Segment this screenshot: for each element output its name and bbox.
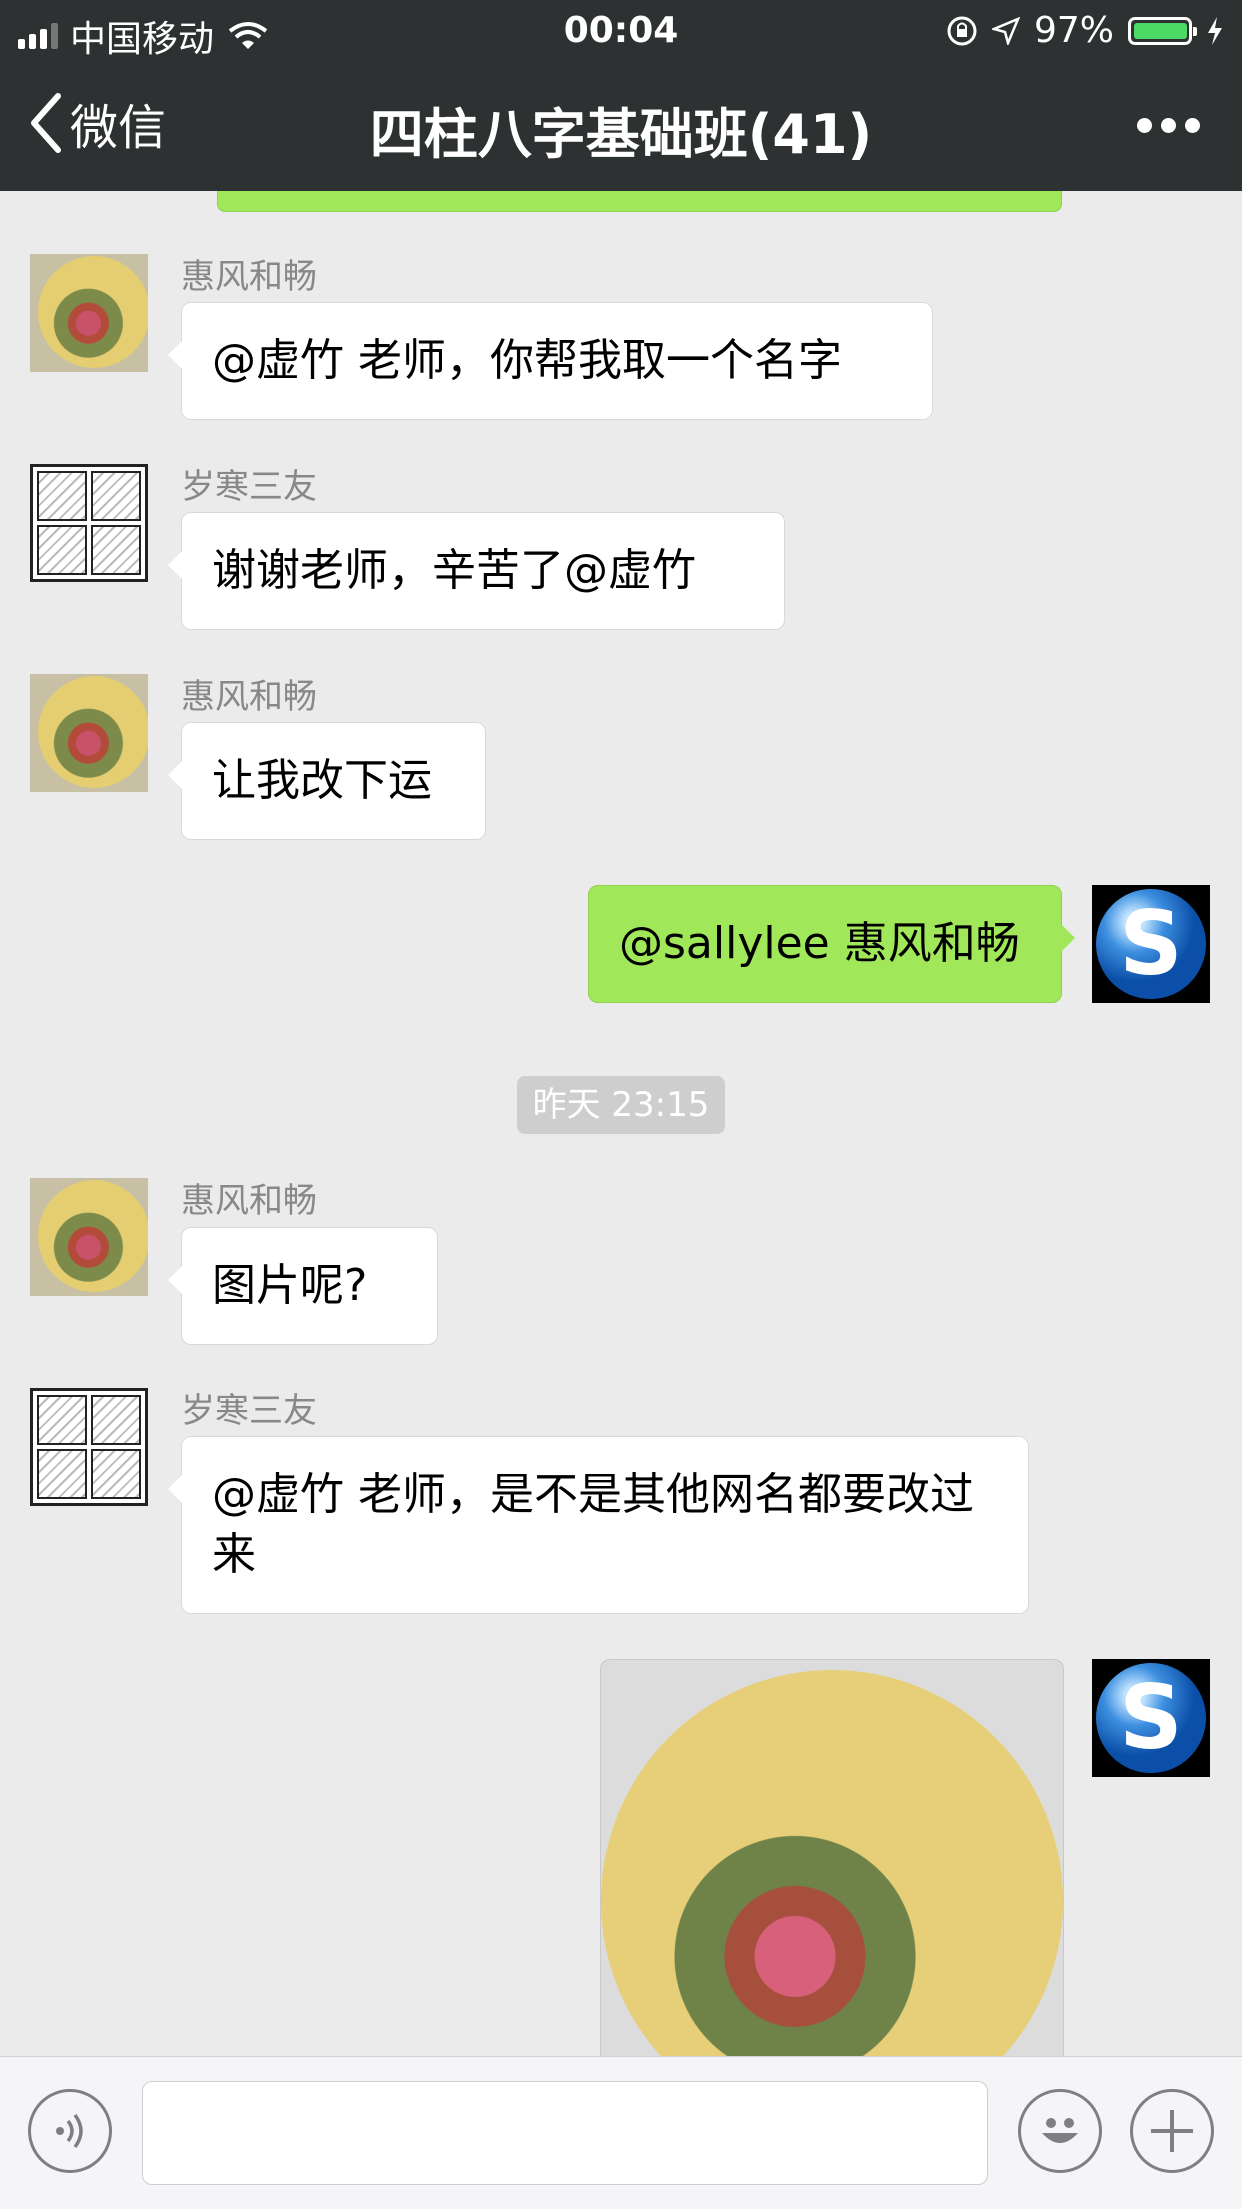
message-bubble-outgoing[interactable]: @sallylee 惠风和畅 (588, 885, 1075, 1003)
rotation-lock-icon (947, 16, 977, 45)
chat-area[interactable]: 惠风和畅 @虚竹 老师，你帮我取一个名字 岁寒三友 谢谢老师，辛苦了@虚竹 惠风… (0, 191, 1242, 2056)
sender-name: 惠风和畅 (181, 257, 317, 297)
location-icon (991, 16, 1020, 45)
plus-icon (1151, 2110, 1193, 2152)
avatar[interactable] (30, 464, 148, 582)
avatar[interactable] (30, 674, 148, 792)
chat-title: 四柱八字基础班(41) (369, 103, 873, 166)
status-bar: 中国移动 00:04 97% (0, 0, 1242, 60)
battery-icon (1128, 16, 1197, 45)
sender-name: 惠风和畅 (181, 1181, 317, 1221)
message-bubble[interactable]: 谢谢老师，辛苦了@虚竹 (168, 512, 785, 630)
sender-name: 岁寒三友 (181, 467, 317, 507)
voice-icon (56, 2113, 83, 2149)
avatar[interactable] (30, 1178, 148, 1296)
emoji-icon (1042, 2118, 1078, 2143)
message-bubble[interactable]: 让我改下运 (168, 722, 486, 840)
voice-button[interactable] (28, 2089, 112, 2173)
message-bubble[interactable]: @虚竹 老师，你帮我取一个名字 (168, 302, 933, 420)
avatar-self[interactable]: S (1092, 1659, 1210, 1777)
image-message[interactable] (600, 1659, 1064, 2056)
status-right: 97% (946, 10, 1224, 51)
message-bubble[interactable]: 图片呢? (168, 1227, 438, 1345)
input-bar (0, 2056, 1242, 2209)
more-icon[interactable] (1137, 118, 1200, 133)
plus-button[interactable] (1130, 2089, 1214, 2173)
message-input[interactable] (142, 2081, 988, 2185)
sender-name: 岁寒三友 (181, 1391, 317, 1431)
charging-icon (1208, 16, 1222, 45)
emoji-button[interactable] (1018, 2089, 1102, 2173)
avatar-self[interactable]: S (1092, 885, 1210, 1003)
avatar[interactable] (30, 1388, 148, 1506)
sender-name: 惠风和畅 (181, 677, 317, 717)
timestamp: 昨天 23:15 (517, 1076, 725, 1134)
nav-bar: 微信 四柱八字基础班(41) (0, 60, 1242, 191)
avatar[interactable] (30, 254, 148, 372)
flower-painting-image (601, 1670, 1063, 2056)
top-bar: 中国移动 00:04 97% 微信 四柱八字基础班(41) (0, 0, 1242, 191)
message-bubble[interactable]: @虚竹 老师，是不是其他网名都要改过来 (168, 1436, 1029, 1614)
partial-message-bubble[interactable] (217, 191, 1062, 212)
battery-percent: 97% (1033, 10, 1114, 51)
